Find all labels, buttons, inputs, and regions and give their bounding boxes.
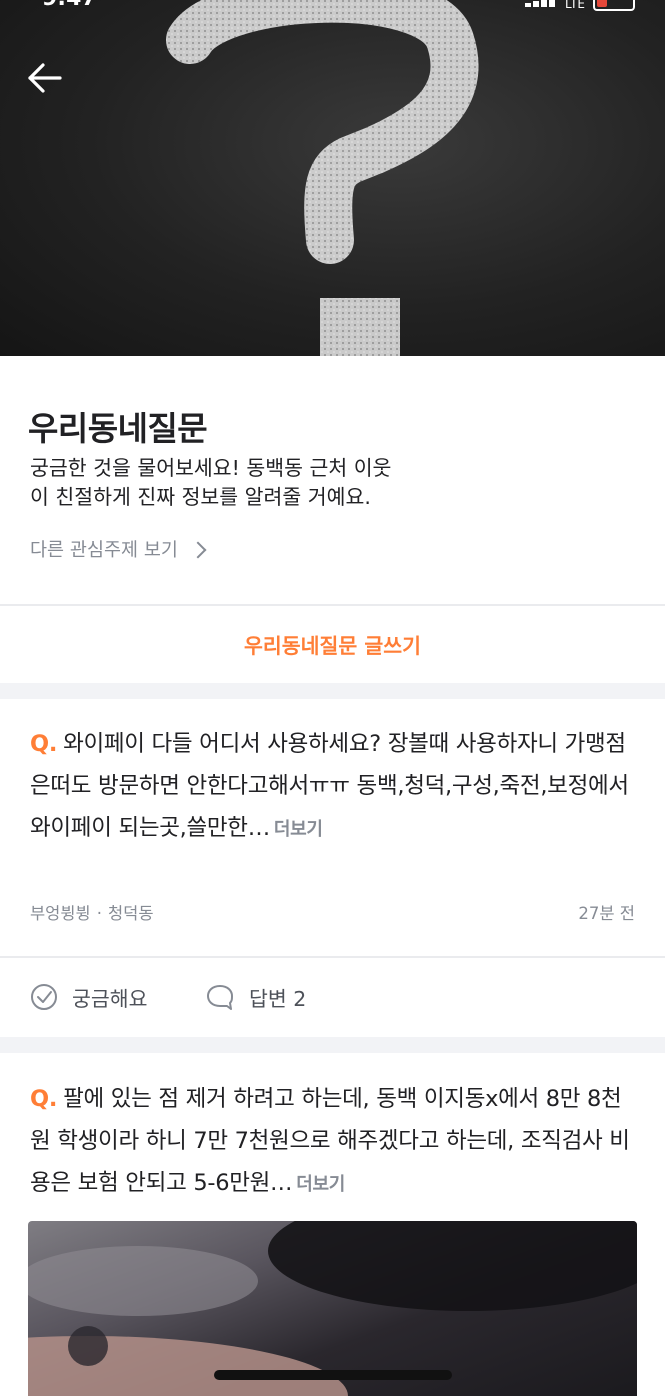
topic-description-line: 궁금한 것을 물어보세요! 동백동 근처 이웃: [30, 456, 392, 480]
question-mark-label: Q.: [30, 1086, 58, 1112]
post-card[interactable]: Q. 와이페이 다들 어디서 사용하세요? 장볼때 사용하자니 가맹점은떠도 방문…: [0, 699, 665, 1037]
topic-description-line: 이 친절하게 진짜 정보를 알려줄 거예요.: [30, 485, 371, 509]
topic-info: 우리동네질문 궁금한 것을 물어보세요! 동백동 근처 이웃 이 친절하게 진짜…: [0, 356, 665, 604]
post-question: Q. 팔에 있는 점 제거 하려고 하는데, 동백 이지동x에서 8만 8천원 학…: [30, 1078, 640, 1206]
battery-icon: [593, 0, 635, 11]
curious-label: 궁금해요: [72, 987, 148, 1011]
post-question: Q. 와이페이 다들 어디서 사용하세요? 장볼때 사용하자니 가맹점은떠도 방문…: [30, 723, 640, 851]
write-post-button[interactable]: 우리동네질문 글쓰기: [0, 606, 665, 682]
post-card[interactable]: Q. 팔에 있는 점 제거 하려고 하는데, 동백 이지동x에서 8만 8천원 학…: [0, 1053, 665, 1396]
author-name: 부엉뷩뷩: [30, 904, 91, 923]
answers-label: 답변 2: [249, 987, 307, 1011]
post-question-text: 와이페이 다들 어디서 사용하세요? 장볼때 사용하자니 가맹점은떠도 방문하면…: [30, 731, 629, 841]
more-link[interactable]: 더보기: [274, 819, 323, 840]
arrow-left-icon: [28, 63, 62, 93]
topic-hero-image: 9:47 LTE: [0, 0, 665, 356]
network-label: LTE: [565, 0, 585, 11]
status-bar: 9:47 LTE: [0, 0, 665, 11]
post-time: 27분 전: [578, 904, 635, 923]
post-actions: 궁금해요 답변 2: [0, 958, 665, 1036]
question-mark-chalk-image: [166, 0, 479, 356]
check-circle-icon: [31, 984, 57, 1010]
section-separator: [0, 683, 665, 699]
author-location: 청덕동: [107, 904, 154, 923]
dot-separator: ·: [96, 904, 102, 923]
home-indicator[interactable]: [214, 1370, 452, 1380]
section-separator: [0, 1037, 665, 1053]
status-icons: LTE: [525, 0, 635, 11]
status-time: 9:47: [42, 0, 97, 11]
question-mark-label: Q.: [30, 731, 58, 757]
chevron-right-icon: [189, 541, 207, 558]
page-title: 우리동네질문: [28, 409, 208, 448]
topic-description: 궁금한 것을 물어보세요! 동백동 근처 이웃 이 친절하게 진짜 정보를 알려…: [30, 454, 450, 512]
curious-button[interactable]: 궁금해요: [30, 958, 147, 1036]
signal-icon: [525, 0, 557, 11]
post-meta: 부엉뷩뷩 · 청덕동: [30, 900, 154, 924]
back-button[interactable]: [24, 56, 68, 100]
comment-bubble-icon: [207, 985, 233, 1010]
other-topics-label: 다른 관심주제 보기: [30, 540, 178, 561]
answers-button[interactable]: 답변 2: [205, 958, 306, 1036]
other-topics-link[interactable]: 다른 관심주제 보기: [30, 536, 207, 562]
more-link[interactable]: 더보기: [296, 1174, 345, 1195]
